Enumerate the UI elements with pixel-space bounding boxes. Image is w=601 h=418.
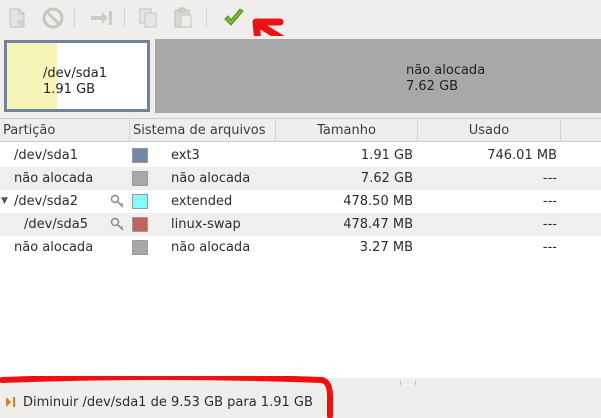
partition-size: 478.50 MB — [343, 194, 413, 209]
table-row[interactable]: /dev/sda5 linux-swap 478.47 MB --- — [0, 213, 601, 236]
filesystem-name: extended — [171, 194, 233, 209]
filesystem-color-swatch — [132, 194, 148, 209]
new-partition-button[interactable] — [4, 6, 30, 30]
toolbar-separator — [124, 8, 125, 28]
table-row[interactable]: não alocada não alocada 7.62 GB --- — [0, 167, 601, 190]
column-header-filesystem[interactable]: Sistema de arquivos — [130, 119, 276, 142]
toolbar-separator — [206, 8, 207, 28]
partition-name: /dev/sda2 — [14, 194, 78, 209]
copy-button[interactable] — [135, 6, 161, 30]
partition-name: não alocada — [14, 171, 94, 186]
filesystem-name: não alocada — [171, 240, 251, 255]
partition-name: /dev/sda1 — [14, 148, 78, 163]
filesystem-name: ext3 — [171, 148, 200, 163]
toolbar-separator — [74, 8, 75, 28]
resize-arrow-icon — [91, 11, 112, 25]
diskmap-partition-sda1[interactable]: /dev/sda1 1.91 GB — [4, 40, 150, 112]
partition-name: /dev/sda5 — [24, 217, 88, 232]
apply-button[interactable] — [221, 6, 247, 30]
paste-icon — [174, 7, 192, 28]
diskmap-unallocated[interactable]: não alocada 7.62 GB — [155, 39, 601, 113]
filesystem-name: não alocada — [171, 171, 251, 186]
disk-map: /dev/sda1 1.91 GB não alocada 7.62 GB — [0, 36, 601, 118]
partition-list: Partição Sistema de arquivos Tamanho Usa… — [0, 118, 601, 378]
diskmap-unallocated-name: não alocada — [406, 63, 486, 78]
pane-grip-handle[interactable] — [400, 381, 416, 385]
filesystem-color-swatch — [132, 171, 148, 186]
column-header-used[interactable]: Usado — [418, 119, 561, 142]
diskmap-unallocated-size: 7.62 GB — [406, 79, 459, 94]
delete-partition-button[interactable] — [40, 6, 66, 30]
partition-used: --- — [542, 171, 557, 186]
filesystem-color-swatch — [132, 217, 148, 232]
partition-used: --- — [542, 217, 557, 232]
partition-used: --- — [542, 240, 557, 255]
partition-size: 1.91 GB — [360, 148, 413, 163]
partition-used: 746.01 MB — [487, 148, 557, 163]
expander-triangle-icon[interactable]: ▼ — [1, 190, 8, 213]
table-row[interactable]: não alocada não alocada 3.27 MB --- — [0, 236, 601, 259]
filesystem-name: linux-swap — [171, 217, 241, 232]
resize-move-button[interactable] — [88, 6, 114, 30]
copy-icon — [139, 8, 157, 28]
partition-used: --- — [542, 194, 557, 209]
checkmark-icon — [224, 8, 244, 26]
key-icon — [110, 217, 124, 231]
toolbar — [0, 0, 601, 50]
annotation-highlight-icon — [0, 376, 333, 418]
diskmap-sda1-name: /dev/sda1 — [43, 66, 107, 81]
filesystem-color-swatch — [132, 240, 148, 255]
partition-size: 3.27 MB — [359, 240, 413, 255]
column-header-partition[interactable]: Partição — [0, 119, 130, 142]
new-document-icon — [9, 8, 25, 28]
partition-size: 478.47 MB — [343, 217, 413, 232]
table-row[interactable]: /dev/sda1 ext3 1.91 GB 746.01 MB — [0, 144, 601, 167]
paste-button[interactable] — [170, 6, 196, 30]
list-header: Partição Sistema de arquivos Tamanho Usa… — [0, 119, 601, 142]
table-row[interactable]: ▼ /dev/sda2 extended 478.50 MB --- — [0, 190, 601, 213]
partition-name: não alocada — [14, 240, 94, 255]
key-icon — [110, 194, 124, 208]
column-header-size[interactable]: Tamanho — [276, 119, 418, 142]
partition-size: 7.62 GB — [360, 171, 413, 186]
delete-circle-icon — [42, 7, 64, 29]
filesystem-color-swatch — [132, 148, 148, 163]
diskmap-sda1-size: 1.91 GB — [43, 82, 96, 97]
